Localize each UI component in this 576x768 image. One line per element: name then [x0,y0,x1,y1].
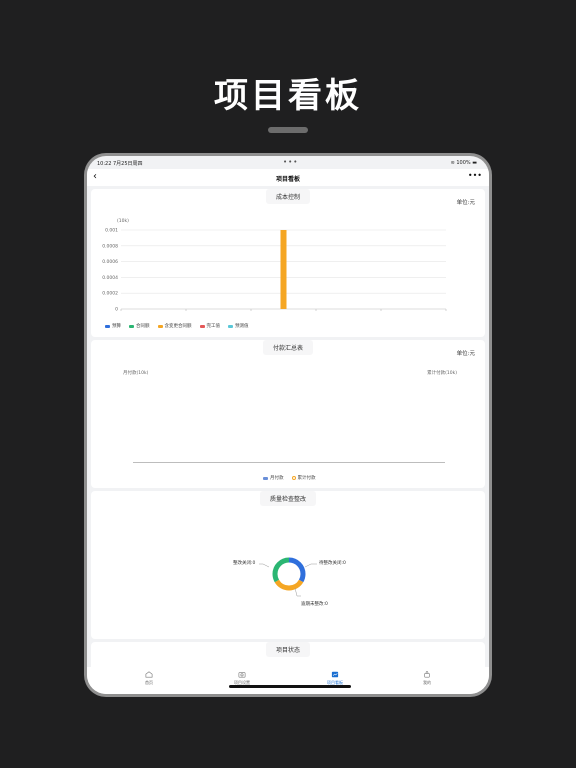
hero-divider [268,127,308,133]
legend-swatch [157,324,163,328]
cost-unit-label: 单位:元 [456,200,475,206]
monthly-payment-axis-label: 月付款(10k) [123,371,149,376]
status-bar: 10:22 7月25日周四 ••• ≋ 100% ▬ [87,156,489,170]
profile-icon [424,671,430,678]
quality-check-card: 质量检查整改 整改关闭:0 待整改关闭:0 逾期未整改:0 [91,491,485,639]
page-title: 项目看板 [275,176,300,183]
y-tick-label: 0.0002 [102,291,118,297]
multitask-dots-icon[interactable]: ••• [283,158,298,166]
payment-legend: 月付款 累计付款 [263,475,316,481]
legend-swatch [105,324,110,328]
y-tick-label: 0.001 [105,228,118,234]
tab-mine-label: 我的 [423,680,431,685]
project-status-title: 项目状态 [265,642,311,657]
legend-label: 预算 [112,324,121,329]
legend-label: 合同额 [136,324,150,329]
cumulative-payment-axis-label: 累计付款(10k) [427,371,457,376]
tablet-frame: 10:22 7月25日周四 ••• ≋ 100% ▬ ‹ 项目看板 ••• 成本… [84,153,492,697]
payment-summary-card: 付款汇总表 单位:元 月付款(10k) 累计付款(10k) 月付款 累计付款 [91,340,485,488]
hero-title: 项目看板 [214,76,362,116]
tablet-screen: 10:22 7月25日周四 ••• ≋ 100% ▬ ‹ 项目看板 ••• 成本… [87,156,489,694]
legend-swatch [228,324,233,328]
legend-item-3[interactable]: 完工值 [199,323,221,329]
cost-bar-chart: 0.001 0.0008 0.0006 0.0004 0.0002 0 [102,228,447,313]
legend-label: 含变更合同额 [164,324,192,329]
overdue-count-label: 逾期未整改:0 [301,602,328,607]
battery-indicator: ≋ 100% ▬ [451,160,477,166]
payment-summary-title: 付款汇总表 [262,340,314,355]
legend-swatch [129,324,134,328]
quality-donut-chart [259,557,317,597]
closed-count-label: 整改关闭:0 [233,561,256,566]
legend-item-cumulative[interactable]: 累计付款 [291,475,316,481]
legend-swatch [199,324,205,328]
monthly-swatch [263,476,268,480]
legend-item-4[interactable]: 预测值 [228,323,249,329]
legend-item-2[interactable]: 含变更合同额 [157,323,192,329]
more-icon[interactable]: ••• [468,171,482,180]
cost-legend: 预算 合同额 含变更合同额 完工值 预测值 [105,323,249,329]
tab-project-dashboard[interactable]: 项目看板 [315,671,355,686]
tab-project-settings[interactable]: 项目设置 [222,671,262,686]
legend-item-1[interactable]: 合同额 [129,323,150,329]
y-tick-label: 0.0006 [102,259,118,265]
y-tick-label: 0.0008 [102,243,118,249]
legend-item-monthly[interactable]: 月付款 [263,475,284,481]
wifi-icon: ≋ [450,160,455,166]
tab-home-label: 首页 [145,680,153,685]
y-tick-label: 0.0004 [102,275,118,281]
legend-label: 完工值 [206,324,221,329]
tab-bar: 首页 项目设置 项目看板 我的 [87,667,489,694]
legend-item-0[interactable]: 预算 [105,323,121,329]
nav-bar: ‹ 项目看板 ••• [87,169,489,186]
home-icon [145,671,153,678]
legend-label: 预测值 [235,324,249,329]
payment-x-axis [133,462,445,463]
y-tick-label: 0 [115,307,118,313]
legend-label-monthly: 月付款 [270,476,284,481]
camera-icon [238,672,246,678]
tab-mine[interactable]: 我的 [407,671,447,686]
payment-unit-label: 单位:元 [456,351,475,357]
bar-含变更合同额 [280,230,287,309]
tab-home[interactable]: 首页 [129,671,169,686]
battery-percent: 100% [456,160,471,166]
status-time: 10:22 7月25日周四 [97,161,143,167]
dashboard-icon [331,671,339,678]
pending-count-label: 待整改关闭:0 [319,561,346,566]
cumulative-swatch [291,476,296,480]
home-indicator [229,685,351,688]
legend-label-cumulative: 累计付款 [297,476,316,481]
battery-icon: ▬ [472,160,477,166]
cost-control-title: 成本控制 [265,189,311,204]
cost-control-card: 成本控制 单位:元 (10k) 0.001 0.0008 0.0006 0.0004 0… [91,189,485,337]
